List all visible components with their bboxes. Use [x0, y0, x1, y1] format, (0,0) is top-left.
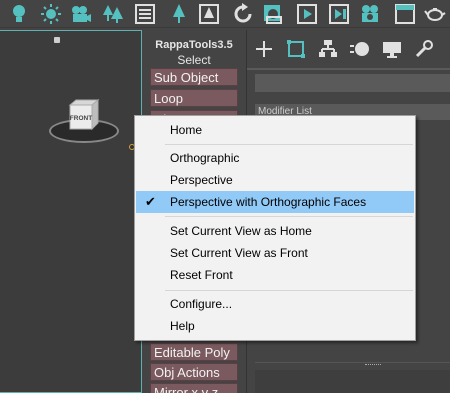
obj-actions-button[interactable]: Obj Actions: [150, 363, 238, 381]
sun-icon[interactable]: [40, 3, 62, 25]
modifier-stack-area[interactable]: [255, 370, 450, 393]
menu-item-set-front[interactable]: Set Current View as Front: [136, 242, 414, 264]
viewport-label-icon[interactable]: [54, 37, 60, 43]
panel-resize-grip[interactable]: [365, 364, 381, 367]
viewcube[interactable]: FRONT: [66, 97, 102, 133]
menu-item-perspective[interactable]: Perspective: [136, 169, 414, 191]
trees-icon[interactable]: [102, 3, 124, 25]
menu-separator: [165, 144, 413, 145]
rotate-icon[interactable]: [232, 3, 254, 25]
teapot-icon[interactable]: [424, 3, 446, 25]
sub-object-button[interactable]: Sub Object: [150, 68, 238, 86]
rappatools-title: RappaTools3.5: [155, 39, 233, 51]
window-icon[interactable]: [394, 3, 416, 25]
camera-icon[interactable]: [70, 3, 92, 25]
viewcube-face-label: FRONT: [70, 115, 92, 122]
menu-item-label: Configure...: [170, 297, 233, 311]
menu-item-label: Perspective: [170, 173, 233, 187]
hierarchy-icon[interactable]: [317, 38, 339, 60]
rappatools-select-label: Select: [177, 53, 211, 67]
motion-icon[interactable]: [349, 38, 371, 60]
mirror-xyz-button[interactable]: Mirror x y z: [150, 383, 238, 393]
utilities-icon[interactable]: [413, 38, 435, 60]
menu-separator: [165, 290, 413, 291]
menu-item-label: Help: [170, 319, 195, 333]
tree-icon[interactable]: [168, 3, 190, 25]
menu-item-reset-front[interactable]: Reset Front: [136, 264, 414, 286]
command-panel-tab-divider: [247, 68, 450, 70]
viewport[interactable]: FRONT: [0, 30, 142, 393]
menu-item-help[interactable]: Help: [136, 315, 414, 337]
loop-button[interactable]: Loop: [150, 89, 238, 107]
create-icon[interactable]: [253, 38, 275, 60]
menu-item-home[interactable]: Home: [136, 119, 414, 141]
panel-divider: [255, 362, 450, 363]
menu-separator: [165, 216, 413, 217]
menu-item-label: Set Current View as Front: [170, 246, 308, 260]
object-name-field[interactable]: [255, 74, 450, 92]
tree-alt-icon[interactable]: [198, 3, 220, 25]
modify-icon[interactable]: [285, 38, 307, 60]
menu-item-configure[interactable]: Configure...: [136, 293, 414, 315]
menu-item-label: Set Current View as Home: [170, 224, 312, 238]
film-icon[interactable]: [328, 3, 350, 25]
menu-item-set-home[interactable]: Set Current View as Home: [136, 220, 414, 242]
menu-item-orthographic[interactable]: Orthographic: [136, 147, 414, 169]
check-icon: ✔: [145, 194, 156, 209]
editable-poly-button[interactable]: Editable Poly: [150, 343, 238, 361]
list-icon[interactable]: [134, 3, 156, 25]
menu-item-label: Perspective with Orthographic Faces: [170, 195, 367, 209]
menu-item-label: Home: [170, 123, 203, 137]
render-setup-icon[interactable]: [360, 3, 382, 25]
menu-item-perspective-ortho-faces[interactable]: ✔ Perspective with Orthographic Faces: [136, 191, 414, 213]
menu-item-label: Reset Front: [170, 268, 233, 282]
main-toolbar: [0, 0, 450, 28]
lightbulb-icon[interactable]: [8, 3, 30, 25]
display-icon[interactable]: [381, 38, 403, 60]
render-icon[interactable]: [262, 3, 284, 25]
menu-item-label: Orthographic: [170, 151, 240, 165]
viewcube-context-menu: Home Orthographic Perspective ✔ Perspect…: [134, 115, 416, 341]
play-icon[interactable]: [296, 3, 318, 25]
